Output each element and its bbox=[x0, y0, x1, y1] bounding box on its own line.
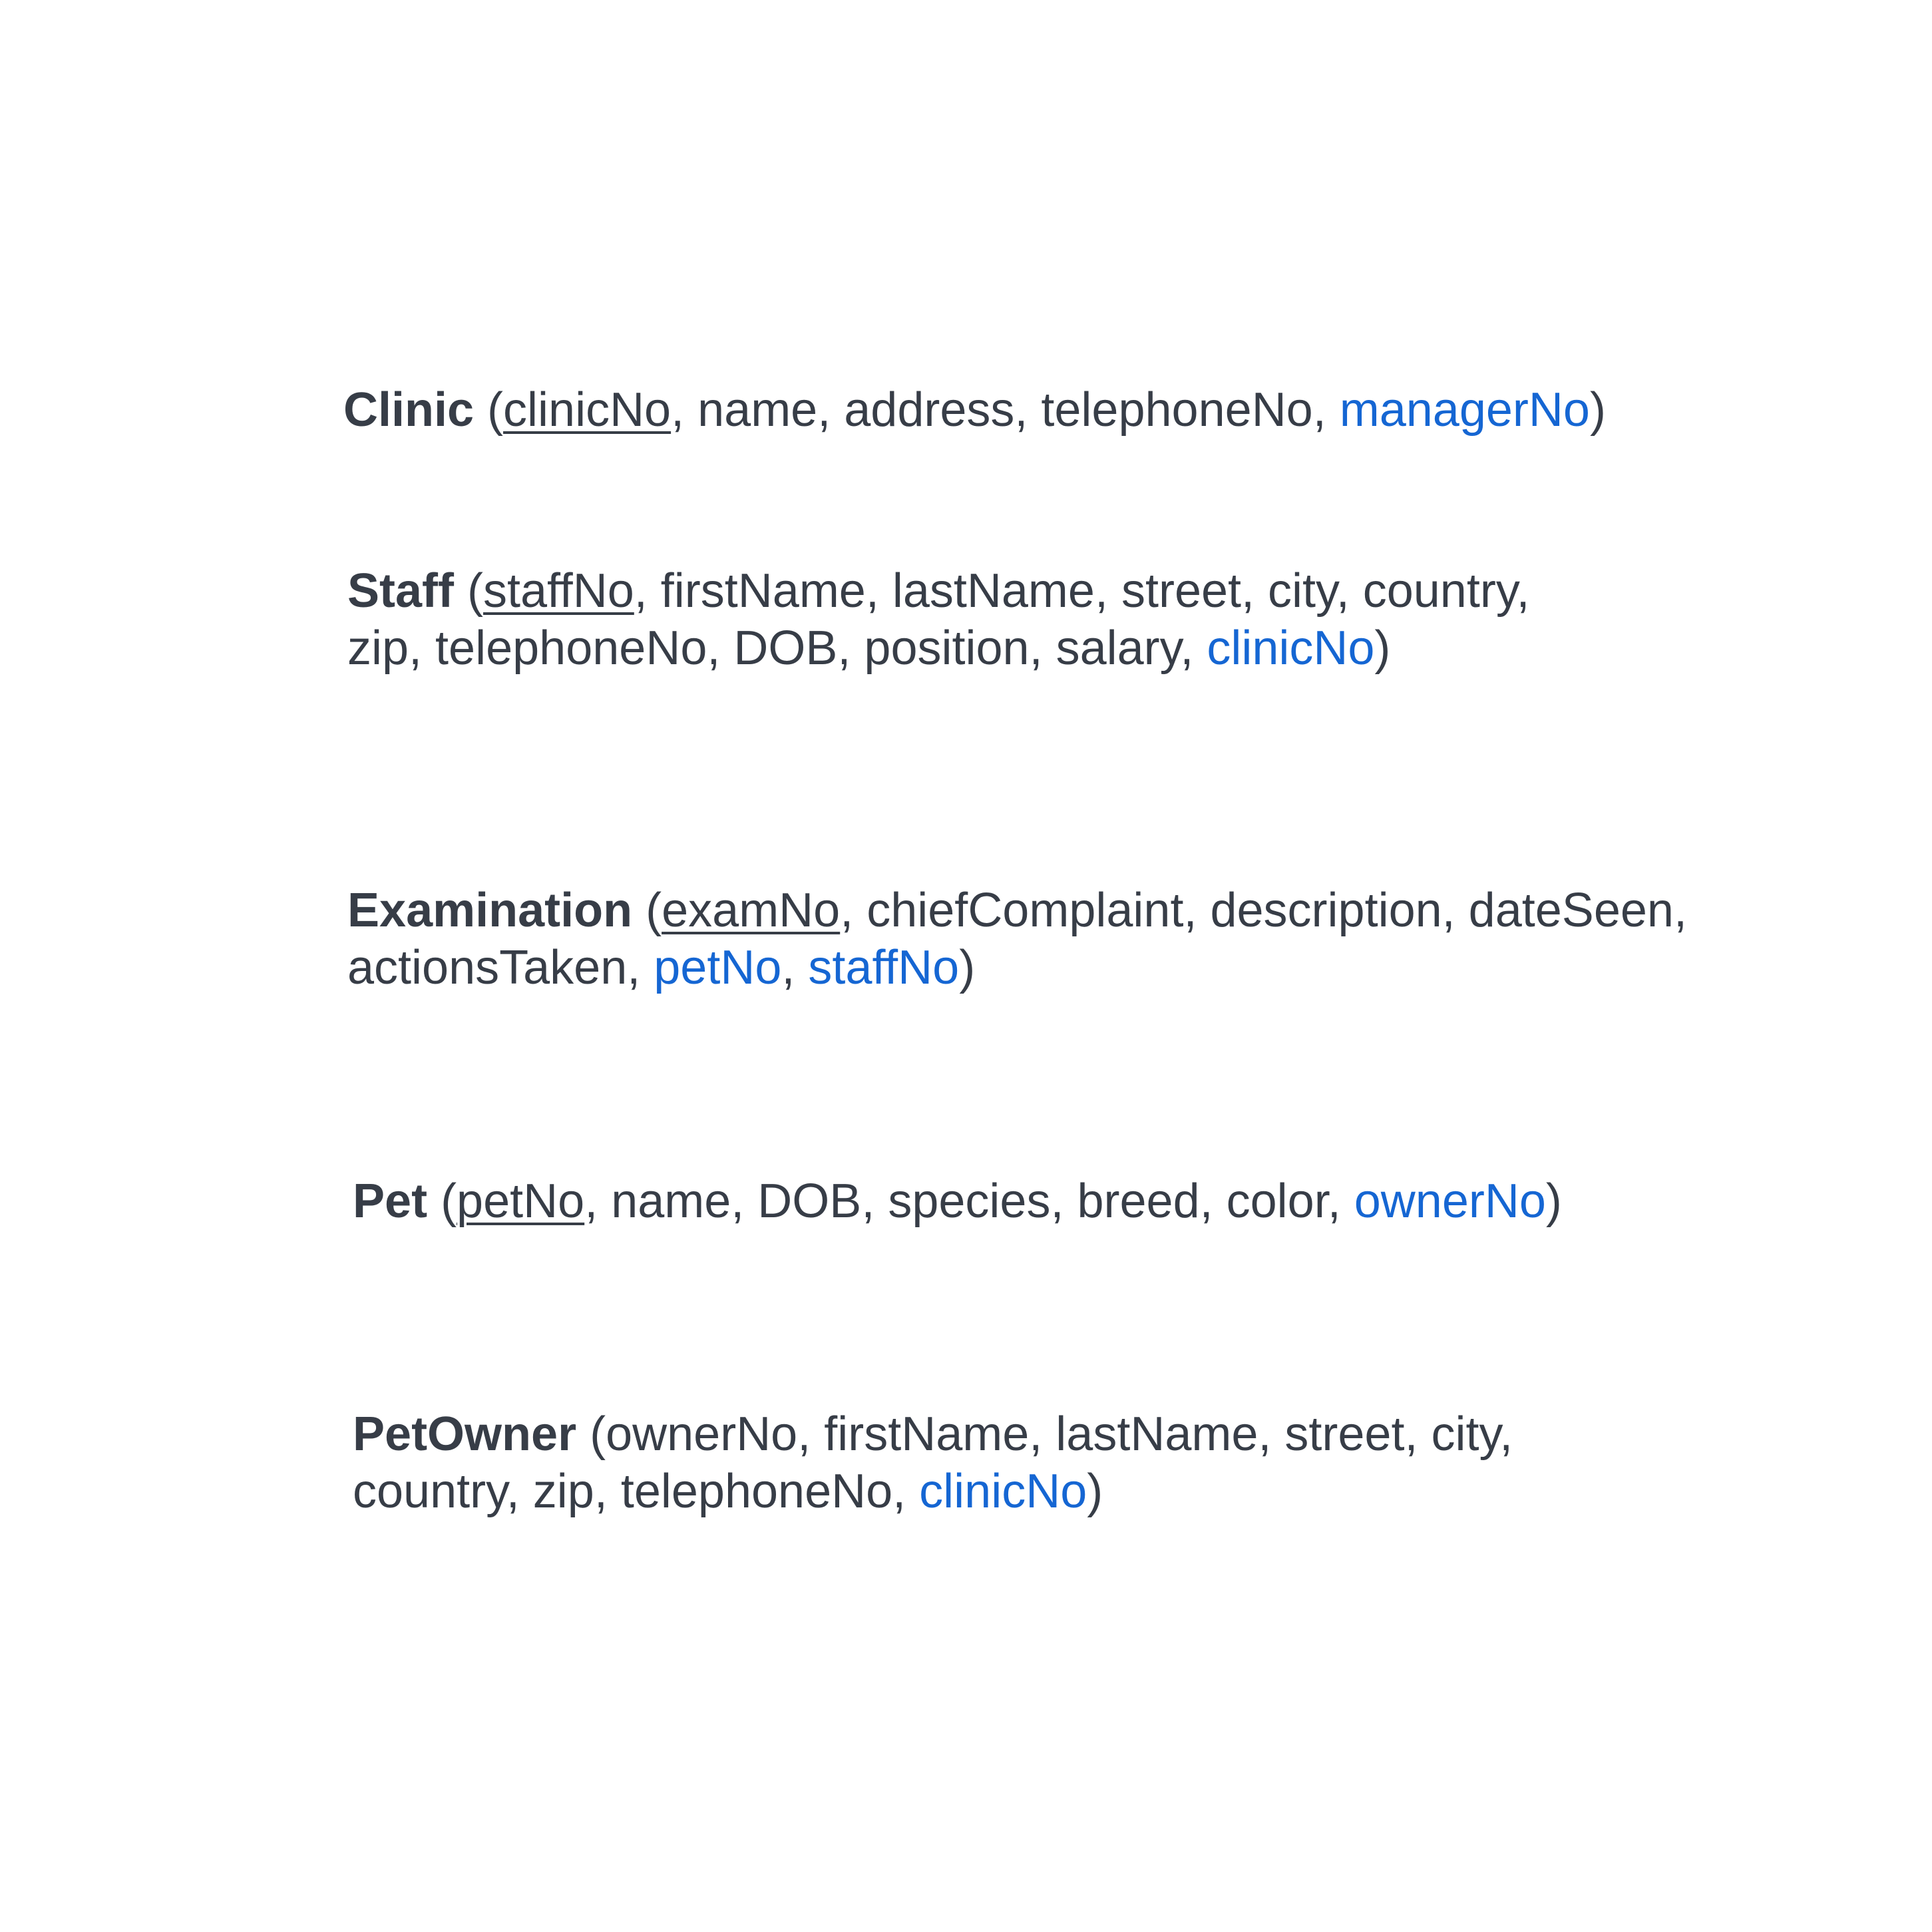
clinic-attribute-text: ( bbox=[487, 383, 504, 437]
relation-clinic: Clinic (clinicNo, name, address, telepho… bbox=[343, 381, 1606, 439]
examination-line-2: actionsTaken, petNo, staffNo) bbox=[347, 939, 1687, 996]
examination-attribute-text: , bbox=[781, 941, 809, 994]
clinic-attribute-text: , name, address, telephoneNo, bbox=[671, 383, 1340, 437]
petowner-foreign-key: clinicNo bbox=[919, 1465, 1087, 1518]
pet-foreign-key: ownerNo bbox=[1354, 1175, 1546, 1228]
pet-relation-name: Pet bbox=[353, 1175, 428, 1228]
examination-attribute-text: ) bbox=[959, 941, 976, 994]
relation-petowner: PetOwner (ownerNo, firstName, lastName, … bbox=[353, 1406, 1513, 1520]
examination-attribute-text: , chiefComplaint, description, dateSeen, bbox=[840, 884, 1687, 937]
staff-relation-name: Staff bbox=[347, 564, 454, 618]
relation-staff: Staff (staffNo, firstName, lastName, str… bbox=[347, 562, 1529, 677]
examination-foreign-key: staffNo bbox=[808, 941, 960, 994]
staff-foreign-key: clinicNo bbox=[1207, 622, 1375, 675]
petowner-line-2: country, zip, telephoneNo, clinicNo) bbox=[353, 1463, 1513, 1520]
staff-primary-key: staffNo bbox=[483, 564, 634, 618]
examination-primary-key: examNo bbox=[662, 884, 841, 937]
staff-attribute-text: zip, telephoneNo, DOB, position, salary, bbox=[347, 622, 1207, 675]
pet-line-1: Pet (petNo, name, DOB, species, breed, c… bbox=[353, 1173, 1562, 1230]
examination-attribute-text: actionsTaken, bbox=[347, 941, 654, 994]
pet-attribute-text: ( bbox=[441, 1175, 457, 1228]
petowner-attribute-text: ) bbox=[1087, 1465, 1103, 1518]
relation-examination: Examination (examNo, chiefComplaint, des… bbox=[347, 882, 1687, 996]
clinic-foreign-key: managerNo bbox=[1339, 383, 1590, 437]
relation-pet: Pet (petNo, name, DOB, species, breed, c… bbox=[353, 1173, 1562, 1230]
petowner-relation-name: PetOwner bbox=[353, 1408, 577, 1461]
petowner-line-1: PetOwner (ownerNo, firstName, lastName, … bbox=[353, 1406, 1513, 1463]
pet-attribute-text: , name, DOB, species, breed, color, bbox=[584, 1175, 1354, 1228]
examination-foreign-key: petNo bbox=[654, 941, 782, 994]
staff-attribute-text: ( bbox=[467, 564, 483, 618]
clinic-line-1: Clinic (clinicNo, name, address, telepho… bbox=[343, 381, 1606, 439]
examination-relation-name: Examination bbox=[347, 884, 633, 937]
staff-line-1: Staff (staffNo, firstName, lastName, str… bbox=[347, 562, 1529, 620]
petowner-attribute-text: (ownerNo, firstName, lastName, street, c… bbox=[590, 1408, 1513, 1461]
staff-attribute-text: ) bbox=[1374, 622, 1391, 675]
pet-attribute-text: ) bbox=[1545, 1175, 1562, 1228]
clinic-attribute-text: ) bbox=[1589, 383, 1606, 437]
clinic-primary-key: clinicNo bbox=[503, 383, 672, 437]
schema-canvas: { "relations": [ { "name": "Clinic", "li… bbox=[0, 0, 1932, 1932]
pet-primary-key: petNo bbox=[457, 1175, 585, 1228]
petowner-attribute-text: country, zip, telephoneNo, bbox=[353, 1465, 920, 1518]
examination-line-1: Examination (examNo, chiefComplaint, des… bbox=[347, 882, 1687, 939]
staff-line-2: zip, telephoneNo, DOB, position, salary,… bbox=[347, 620, 1529, 677]
clinic-relation-name: Clinic bbox=[343, 383, 475, 437]
staff-attribute-text: , firstName, lastName, street, city, cou… bbox=[634, 564, 1530, 618]
examination-attribute-text: ( bbox=[646, 884, 662, 937]
